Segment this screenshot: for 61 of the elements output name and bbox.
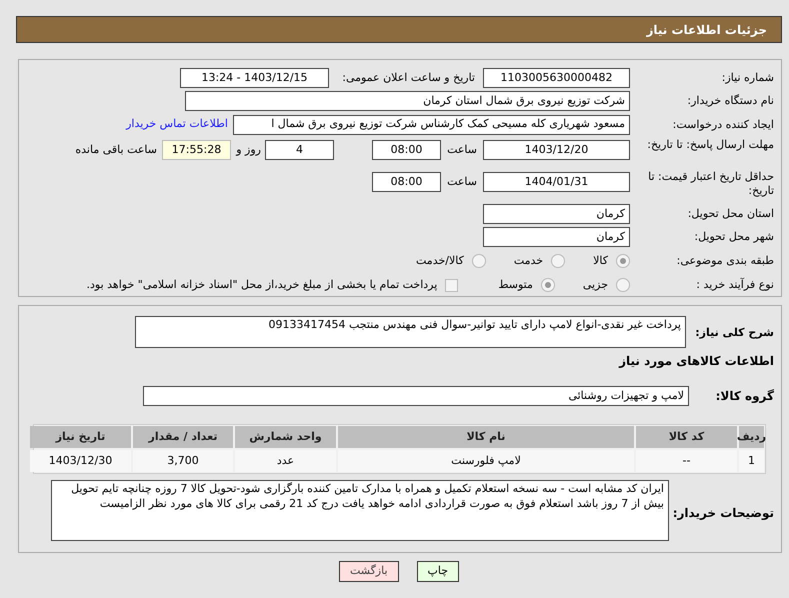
goods-group-field: لامپ و تجهیزات روشنائی (143, 386, 689, 406)
days-field: 4 (265, 140, 334, 160)
column-header: کد کالا (636, 426, 737, 448)
radio-button[interactable] (472, 254, 486, 268)
field-label: شهر محل تحویل: (693, 230, 774, 244)
field-label: نام دستگاه خریدار: (686, 94, 774, 108)
column-header: ردیف (739, 426, 764, 448)
print-button[interactable]: چاپ (416, 561, 460, 582)
radio-label: جزیی (582, 277, 608, 294)
section-title: اطلاعات کالاهای مورد نیاز (618, 353, 774, 370)
remaining-time-field: 17:55:28 (162, 140, 231, 160)
table-cell: 1403/12/30 (30, 450, 131, 472)
time-label: ساعت (446, 142, 477, 158)
radio-button[interactable] (616, 254, 630, 268)
column-header: تعداد / مقدار (133, 426, 233, 448)
radio-button[interactable] (551, 254, 566, 268)
field-label: شرح کلی نیاز: (694, 325, 774, 341)
announce-date-field: 1403/12/15 - 13:24 (180, 68, 329, 88)
field-label: نوع فرآیند خرید : (695, 278, 774, 292)
days-label: روز و (234, 142, 261, 158)
field-label: طبقه بندی موضوعی: (676, 254, 774, 268)
back-button[interactable]: بازگشت (338, 561, 399, 582)
radio-button[interactable] (616, 278, 630, 292)
radio-label: خدمت (514, 252, 544, 269)
description-field: پرداخت غیر نقدی-انواع لامپ دارای تایید توانیر-سوال فنی مهندس منتجب 09133417454 (135, 316, 686, 348)
validity-time-field: 08:00 (372, 172, 441, 192)
table-cell: 1 (739, 450, 764, 472)
radio-label: کالا/خدمت (416, 252, 464, 269)
page-title: جزئیات اطلاعات نیاز (646, 22, 767, 38)
time-label: ساعت (446, 174, 477, 190)
table-cell: -- (636, 450, 737, 472)
column-header: واحد شمارش (235, 426, 336, 448)
field-label: شماره نیاز: (720, 71, 774, 85)
buyer-notes-field: ایران کد مشابه است - سه نسخه استعلام تکمیل و همراه با مدارک تامین کننده بارگزاری شود-تحویل کالا 7 روزه چنانچه تایم تحویل بیش از 7 روز باشد استعلام فوق به صورت قراردادی ادامه خواهد یافت درج کد 21 رقمی برای کالا های مورد نظر الزامیست (51, 480, 669, 541)
city-field: کرمان (483, 227, 630, 248)
buyer-org-field: شرکت توزیع نیروی برق شمال استان کرمان (185, 91, 630, 111)
field-label: حداقل تاریخ اعتبار قیمت: تا تاریخ: (647, 170, 774, 198)
table-cell: لامپ فلورسنت (338, 450, 634, 472)
field-label: ایجاد کننده درخواست: (672, 118, 774, 132)
field-label: استان محل تحویل: (686, 207, 774, 222)
radio-button[interactable] (540, 278, 555, 292)
column-header: نام کالا (338, 426, 634, 448)
checkbox[interactable] (445, 278, 458, 292)
need-number-field: 1103005630000482 (483, 68, 630, 88)
remaining-label: ساعت باقی مانده (75, 142, 157, 158)
table-cell: عدد (235, 450, 336, 472)
column-header: تاریخ نیاز (30, 426, 131, 448)
table-cell: 3,700 (133, 450, 233, 472)
deadline-date-field: 1403/12/20 (483, 140, 630, 160)
field-label: گروه کالا: (714, 388, 774, 405)
province-field: کرمان (483, 204, 630, 224)
deadline-time-field: 08:00 (372, 140, 441, 160)
field-label: مهلت ارسال پاسخ: تا تاریخ: (646, 138, 774, 152)
buyer-contact-link[interactable]: اطلاعات تماس خریدار (126, 116, 228, 133)
validity-date-field: 1404/01/31 (483, 172, 630, 192)
field-label: تاریخ و ساعت اعلان عمومی: (341, 70, 475, 86)
field-label: توضیحات خریدار: (672, 505, 774, 522)
requester-field: مسعود شهرياری کله مسیحی کمک کارشناس شرکت توزیع نیروی برق شمال ا (233, 114, 630, 135)
radio-label: کالا (593, 252, 608, 269)
payment-label: پرداخت تمام یا بخشی از مبلغ خرید،از محل "اسناد خزانه اسلامی" خواهد بود. (86, 277, 438, 294)
radio-label: متوسط (498, 277, 533, 294)
